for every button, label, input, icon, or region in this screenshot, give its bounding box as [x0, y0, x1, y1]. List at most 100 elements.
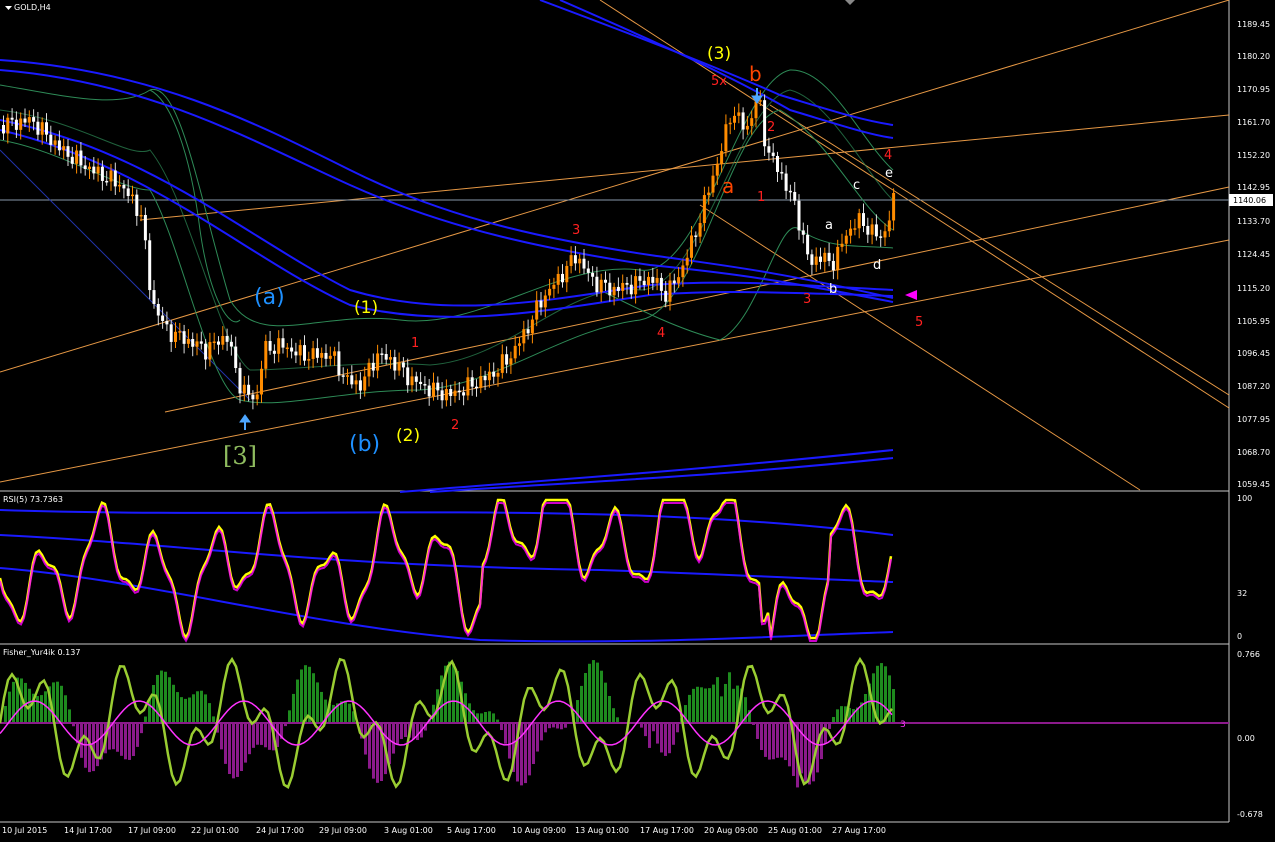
fisher-bar [184, 699, 187, 723]
fisher-bar [888, 675, 891, 723]
candle [118, 185, 121, 187]
fisher-bar [320, 692, 323, 723]
candle [36, 122, 39, 135]
candle [41, 122, 44, 134]
fisher-bar [244, 723, 247, 763]
fisher-bar [836, 709, 839, 723]
candle [828, 253, 831, 261]
candle [269, 341, 272, 351]
candle [45, 122, 48, 134]
wave-label-sub-5: 5 [915, 315, 923, 330]
candle [303, 345, 306, 361]
chart-canvas[interactable]: 1140.06 3 [0, 0, 1275, 838]
candle [694, 235, 697, 237]
fisher-bar [232, 723, 235, 778]
candle [6, 118, 9, 134]
fisher-bar [152, 685, 155, 723]
fisher-bar [492, 713, 495, 723]
wave-label-b-big: b [749, 62, 762, 86]
wave-label-small-b: b [829, 282, 837, 297]
candle [613, 287, 616, 295]
rsi-title: RSI(5) 73.7363 [3, 495, 63, 504]
candle [24, 119, 27, 123]
fisher-bar [764, 723, 767, 757]
fisher-bar [236, 723, 239, 777]
candle [187, 339, 190, 344]
candle [776, 156, 779, 172]
candle [875, 224, 878, 236]
candle [101, 167, 104, 181]
candle [755, 101, 758, 118]
candle [492, 372, 495, 377]
fisher-bar [660, 723, 663, 752]
candle [15, 120, 18, 130]
wave-label-bracket-3: [3] [223, 442, 257, 470]
fisher-bar [128, 723, 131, 760]
fisher-bar [112, 723, 115, 749]
fisher-bar [704, 688, 707, 723]
candle [105, 181, 108, 183]
wave-label-small-a: a [825, 218, 833, 233]
fisher-bar [180, 697, 183, 723]
candle [84, 165, 87, 169]
candle [256, 394, 259, 399]
candle [608, 283, 611, 296]
candle [729, 123, 732, 125]
candle [888, 220, 891, 231]
candle [376, 353, 379, 370]
candle [148, 240, 151, 290]
candle [531, 320, 534, 334]
fisher-bar [784, 723, 787, 760]
candle [230, 342, 233, 347]
candle [165, 321, 168, 324]
candle [110, 170, 113, 181]
time-tick: 17 Aug 17:00 [640, 826, 694, 835]
candle [466, 377, 469, 395]
candle [643, 281, 646, 285]
fisher-bar [364, 723, 367, 755]
candle [28, 117, 31, 122]
candle [247, 385, 250, 395]
candle [742, 112, 745, 129]
candle [320, 353, 323, 358]
fisher-bar [504, 723, 507, 744]
time-tick: 29 Jul 09:00 [319, 826, 367, 835]
fisher-bar [824, 723, 827, 744]
candle [436, 383, 439, 391]
price-tick: 1180.20 [1237, 52, 1270, 61]
price-tick: 1133.70 [1237, 217, 1270, 226]
candle [471, 377, 474, 386]
candle [402, 362, 405, 367]
candle [823, 253, 826, 262]
rsi-tick-mid: 32 [1237, 589, 1247, 598]
fisher-bar [592, 660, 595, 723]
wave-label-5x: 5x [711, 74, 727, 89]
candle [204, 344, 207, 360]
fisher-bar [276, 723, 279, 747]
fisher-bar [772, 723, 775, 759]
wave-label-sub-1: 1 [757, 190, 765, 205]
candle [677, 277, 680, 283]
time-tick: 14 Jul 17:00 [64, 826, 112, 835]
fisher-bar [600, 671, 603, 723]
time-tick: 13 Aug 01:00 [575, 826, 629, 835]
candle [67, 146, 70, 157]
candle [406, 367, 409, 385]
candle [617, 287, 620, 291]
price-tick: 1170.95 [1237, 85, 1270, 94]
fisher-bar [720, 696, 723, 723]
fisher-bar [480, 713, 483, 723]
time-tick: 24 Jul 17:00 [256, 826, 304, 835]
candle [853, 228, 856, 230]
fisher-tick-mid: 0.00 [1237, 734, 1255, 743]
fisher-bar [8, 692, 11, 723]
candle [587, 269, 590, 273]
fisher-bar [140, 723, 143, 733]
fisher-bar [672, 723, 675, 745]
fisher-bar [296, 680, 299, 723]
fisher-bar [344, 701, 347, 723]
fisher-bar [532, 723, 535, 764]
mt4-chart-window[interactable]: 1140.06 3 GOLD,H4 RSI(5) 73.7363 Fisher_… [0, 0, 1275, 838]
candle [411, 376, 414, 385]
fisher-bar [60, 686, 63, 723]
